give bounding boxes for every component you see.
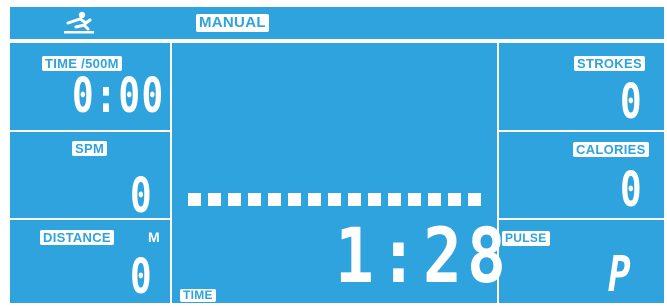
spm-label: SPM xyxy=(72,141,108,156)
calories-value: 0 xyxy=(620,162,644,218)
rowing-console-display: MANUAL TIME /500M 0:00 SPM 0 DISTANCE M … xyxy=(0,0,667,307)
main-time-value: 1:28 xyxy=(335,211,511,300)
mode-badge: MANUAL xyxy=(196,14,269,32)
right-divider-1 xyxy=(499,130,664,132)
strokes-label: STROKES xyxy=(574,56,645,71)
strokes-value: 0 xyxy=(620,74,644,130)
intensity-bar-graph xyxy=(188,193,488,207)
bar-segment xyxy=(228,193,241,206)
bar-segment xyxy=(248,193,261,206)
bar-segment xyxy=(348,193,361,206)
header-strip: MANUAL xyxy=(10,7,664,39)
bar-segment xyxy=(328,193,341,206)
right-divider-2 xyxy=(499,218,664,220)
time-500m-value: 0:00 xyxy=(72,68,165,124)
left-divider-1 xyxy=(10,130,170,132)
bar-segment xyxy=(208,193,221,206)
distance-unit: M xyxy=(148,229,160,245)
bar-segment xyxy=(468,193,481,206)
time-label: TIME xyxy=(180,289,216,302)
bar-segment xyxy=(448,193,461,206)
bar-segment xyxy=(408,193,421,206)
bar-segment xyxy=(308,193,321,206)
bar-segment xyxy=(368,193,381,206)
distance-value: 0 xyxy=(130,249,154,305)
rower-icon xyxy=(64,11,94,34)
distance-label: DISTANCE xyxy=(40,230,114,245)
bar-segment xyxy=(288,193,301,206)
pulse-label: PULSE xyxy=(502,231,550,246)
calories-label: CALORIES xyxy=(573,142,649,157)
bar-segment xyxy=(428,193,441,206)
bar-segment xyxy=(268,193,281,206)
bar-segment xyxy=(388,193,401,206)
main-frame: TIME /500M 0:00 SPM 0 DISTANCE M 0 1:28 … xyxy=(10,43,664,303)
bar-segment xyxy=(188,193,201,206)
left-column-divider xyxy=(170,43,172,303)
spm-value: 0 xyxy=(130,168,154,224)
pulse-value: P xyxy=(608,245,633,303)
